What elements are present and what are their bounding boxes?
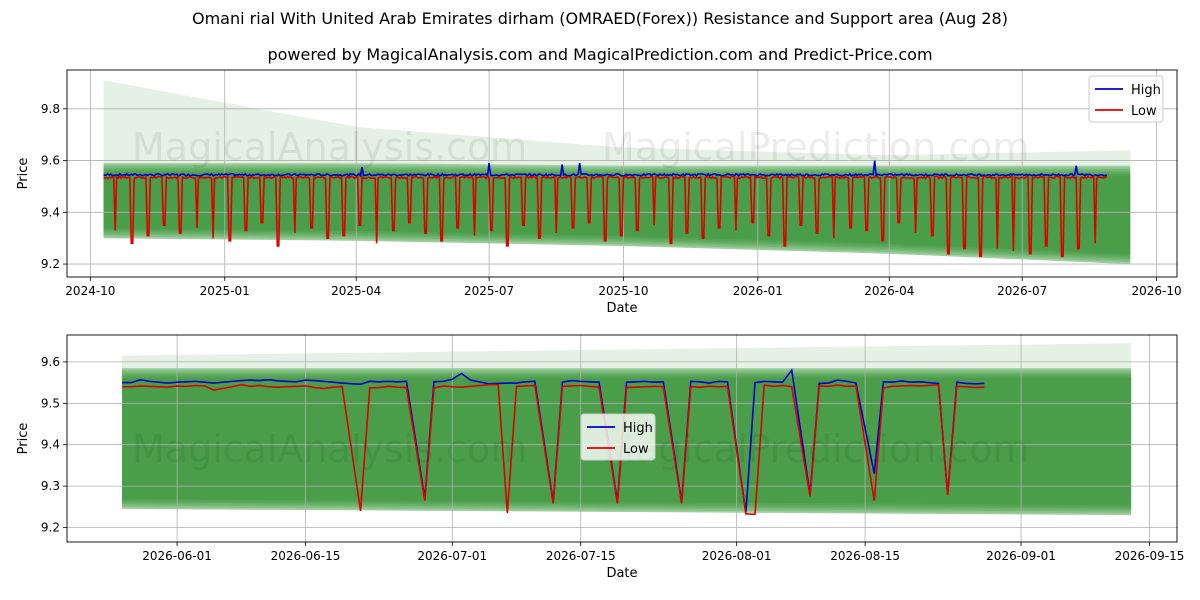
- x-tick-label: 2026-04: [864, 284, 914, 298]
- y-tick-label: 9.2: [41, 521, 60, 535]
- chart-canvas: MagicalAnalysis.com MagicalPrediction.com…: [16, 69, 1185, 581]
- x-axis-label: Date: [606, 566, 637, 581]
- legend-high-label: High: [1131, 83, 1161, 98]
- y-axis-label: Price: [16, 423, 31, 455]
- y-tick-label: 9.5: [41, 396, 60, 410]
- x-tick-label: 2026-09-01: [986, 549, 1056, 563]
- x-tick-label: 2026-09-15: [1115, 549, 1185, 563]
- x-tick-label: 2026-01: [733, 284, 783, 298]
- legend-low-label: Low: [623, 442, 649, 457]
- y-tick-label: 9.4: [41, 205, 60, 219]
- x-tick-label: 2025-07: [464, 284, 514, 298]
- x-tick-label: 2026-06-01: [142, 549, 212, 563]
- x-tick-label: 2024-10: [65, 284, 115, 298]
- x-tick-label: 2026-07-15: [546, 549, 616, 563]
- y-axis-label: Price: [16, 158, 31, 190]
- plot-area-0: [67, 70, 1177, 277]
- y-tick-label: 9.2: [41, 257, 60, 271]
- x-tick-label: 2026-07-01: [417, 549, 487, 563]
- watermark-text: MagicalAnalysis.com: [132, 427, 527, 471]
- x-tick-label: 2025-04: [331, 284, 381, 298]
- legend-low-label: Low: [1131, 104, 1157, 119]
- watermark-text: MagicalAnalysis.com: [132, 125, 527, 169]
- x-tick-label: 2026-08-01: [702, 549, 772, 563]
- x-axis-label: Date: [606, 301, 637, 316]
- x-tick-label: 2026-08-15: [830, 549, 900, 563]
- x-tick-label: 2026-06-15: [271, 549, 341, 563]
- x-tick-label: 2025-10: [598, 284, 648, 298]
- watermark-text: MagicalPrediction.com: [602, 125, 1030, 169]
- y-tick-label: 9.3: [41, 479, 60, 493]
- x-tick-label: 2025-01: [200, 284, 250, 298]
- x-tick-label: 2026-10: [1131, 284, 1181, 298]
- y-tick-label: 9.8: [41, 102, 60, 116]
- x-tick-label: 2026-07: [997, 284, 1047, 298]
- watermark-text: MagicalPrediction.com: [602, 427, 1030, 471]
- y-tick-label: 9.6: [41, 154, 60, 168]
- legend-high-label: High: [623, 421, 653, 436]
- y-tick-label: 9.4: [41, 438, 60, 452]
- y-tick-label: 9.6: [41, 355, 60, 369]
